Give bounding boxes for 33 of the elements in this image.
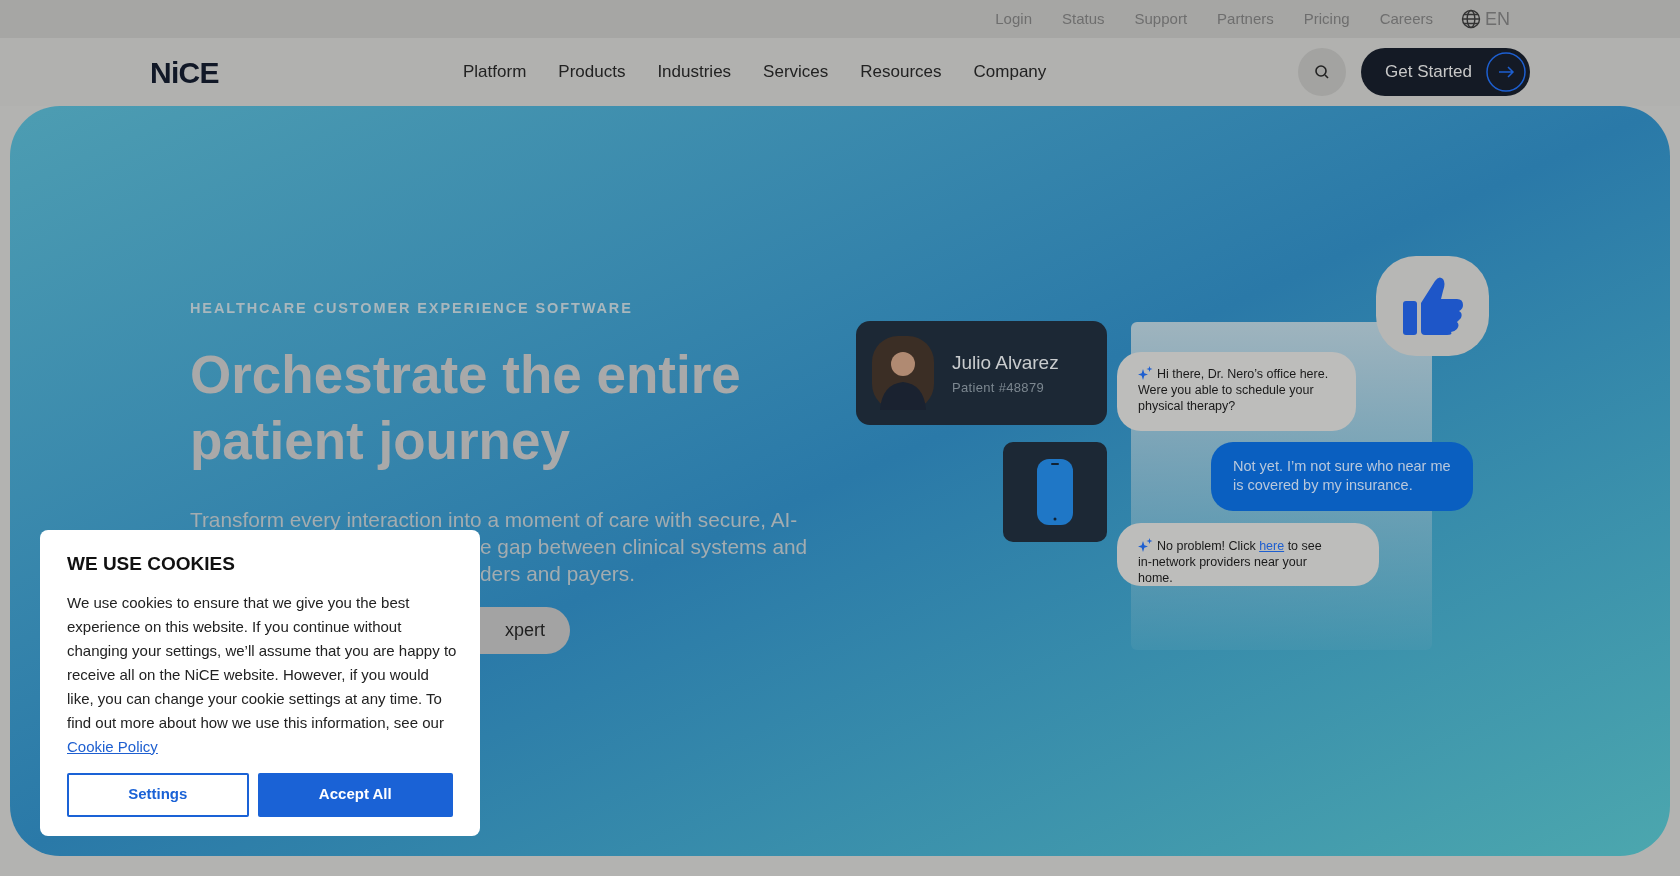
paragraph-text: ders and payers.	[480, 561, 635, 585]
settings-button[interactable]: Settings	[67, 772, 249, 817]
search-icon	[1314, 64, 1331, 80]
globe-icon	[1461, 9, 1481, 29]
message-text: Were you able to schedule your physical therapy?	[1138, 382, 1315, 414]
message-text: Hi there, Dr. Nero’s office here.	[1157, 366, 1329, 382]
message-text: in-network providers near your home.	[1138, 554, 1308, 586]
phone-icon	[1037, 459, 1073, 525]
arrow-right-icon	[1486, 52, 1526, 92]
paragraph-text: e gap between clinical systems and	[480, 534, 808, 558]
logo[interactable]: NiCE	[150, 49, 463, 95]
message-text: Not yet. I’m not sure who near me is covered by my insurance.	[1233, 457, 1452, 495]
eyebrow-text: HEALTHCARE CUSTOMER EXPERIENCE SOFTWARE	[190, 299, 634, 318]
thumbs-up-icon	[1400, 275, 1465, 337]
cookie-policy-link[interactable]: Cookie Policy	[67, 737, 158, 755]
nav-link[interactable]: Company	[973, 59, 1047, 85]
contact-name: Julio Alvarez	[952, 351, 1059, 375]
accept-button[interactable]: Accept All	[257, 772, 453, 817]
nav-link[interactable]: Platform	[463, 59, 527, 85]
dialog-title: WE USE COOKIES	[67, 552, 236, 576]
paragraph-text: Transform every interaction into a moment of care with secure, AI-	[190, 507, 798, 531]
message-link[interactable]: here	[1259, 539, 1285, 553]
sparkle-icon	[1138, 366, 1153, 380]
sparkle-icon	[1138, 538, 1153, 552]
get-started-button[interactable]: Get Started	[1361, 48, 1530, 96]
nav-link[interactable]: Services	[763, 59, 829, 85]
nav-link[interactable]: Products	[558, 59, 626, 85]
nav-link[interactable]: Industries	[657, 59, 732, 85]
patient-number: Patient #48879	[952, 378, 1045, 397]
search-button[interactable]	[1298, 48, 1347, 96]
nav-link[interactable]: Resources	[860, 59, 942, 85]
headline: Orchestrate the entire patient journey	[190, 343, 742, 472]
message-text: No problem! Click here to see	[1157, 538, 1322, 554]
